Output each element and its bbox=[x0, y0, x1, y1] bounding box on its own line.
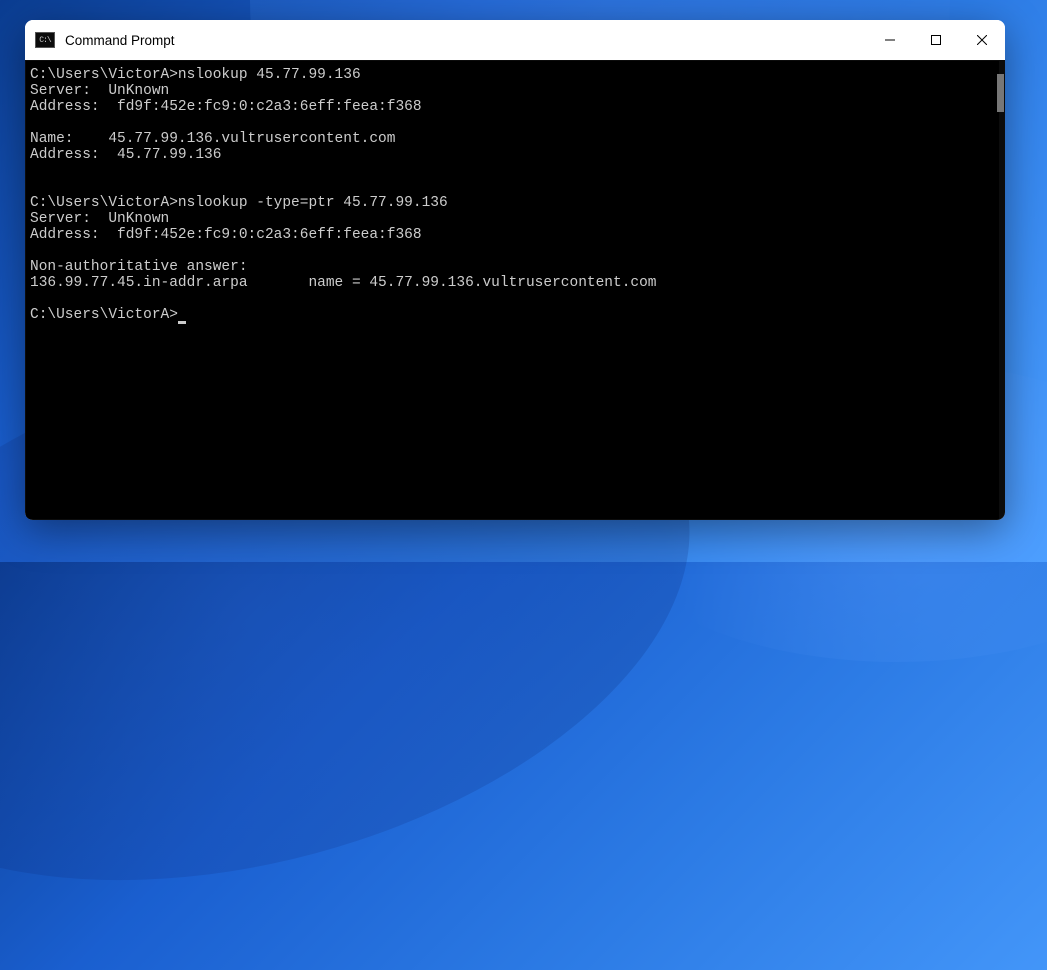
terminal-line: Address: fd9f:452e:fc9:0:c2a3:6eff:feea:… bbox=[30, 99, 995, 115]
scrollbar[interactable] bbox=[993, 62, 1005, 520]
cmd-icon: C:\ bbox=[35, 32, 55, 48]
terminal-line: Server: UnKnown bbox=[30, 211, 995, 227]
terminal-prompt-line[interactable]: C:\Users\VictorA> bbox=[30, 307, 995, 323]
titlebar[interactable]: C:\ Command Prompt bbox=[25, 20, 1005, 60]
terminal-line bbox=[30, 243, 995, 259]
terminal-line: Non-authoritative answer: bbox=[30, 259, 995, 275]
terminal-line: Address: fd9f:452e:fc9:0:c2a3:6eff:feea:… bbox=[30, 227, 995, 243]
maximize-button[interactable] bbox=[913, 20, 959, 60]
window-title: Command Prompt bbox=[65, 33, 867, 48]
window-controls bbox=[867, 20, 1005, 60]
terminal-line bbox=[30, 163, 995, 179]
terminal-line bbox=[30, 291, 995, 307]
command-prompt-window: C:\ Command Prompt C:\Users\VictorA>nslo… bbox=[25, 20, 1005, 520]
terminal-line: 136.99.77.45.in-addr.arpa name = 45.77.9… bbox=[30, 275, 995, 291]
terminal-line: Address: 45.77.99.136 bbox=[30, 147, 995, 163]
terminal-line: C:\Users\VictorA>nslookup 45.77.99.136 bbox=[30, 67, 995, 83]
terminal-line bbox=[30, 115, 995, 131]
terminal-line bbox=[30, 179, 995, 195]
terminal-line: C:\Users\VictorA>nslookup -type=ptr 45.7… bbox=[30, 195, 995, 211]
terminal-container: C:\Users\VictorA>nslookup 45.77.99.136Se… bbox=[25, 60, 1005, 520]
terminal-line: Name: 45.77.99.136.vultrusercontent.com bbox=[30, 131, 995, 147]
terminal-line: Server: UnKnown bbox=[30, 83, 995, 99]
scrollbar-thumb[interactable] bbox=[997, 74, 1004, 112]
cursor bbox=[178, 321, 186, 324]
terminal-prompt: C:\Users\VictorA> bbox=[30, 307, 178, 323]
minimize-button[interactable] bbox=[867, 20, 913, 60]
close-button[interactable] bbox=[959, 20, 1005, 60]
terminal-output[interactable]: C:\Users\VictorA>nslookup 45.77.99.136Se… bbox=[26, 61, 999, 519]
